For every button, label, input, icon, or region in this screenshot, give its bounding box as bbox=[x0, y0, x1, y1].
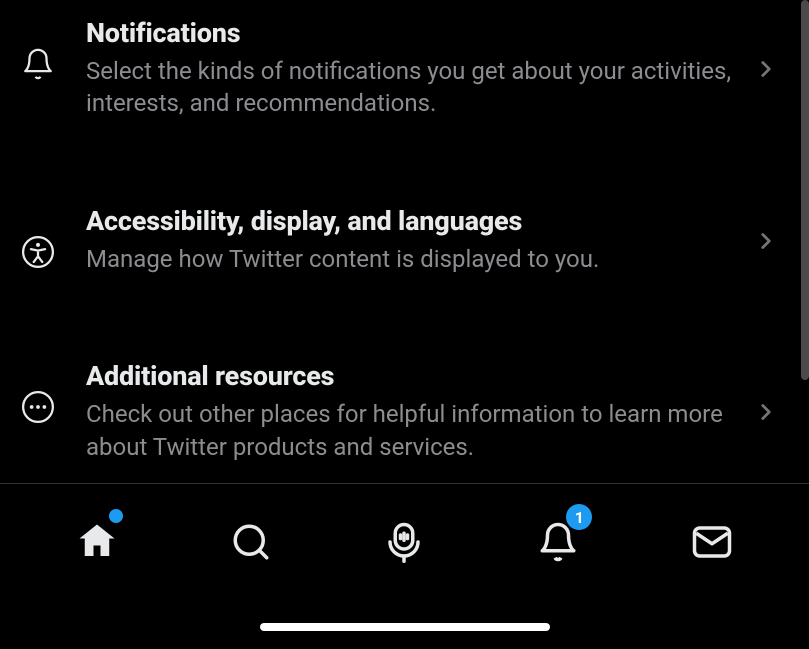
settings-list: Notifications Select the kinds of notifi… bbox=[0, 0, 809, 483]
settings-item-notifications[interactable]: Notifications Select the kinds of notifi… bbox=[0, 0, 809, 138]
settings-item-desc: Check out other places for helpful infor… bbox=[86, 398, 739, 463]
notification-count: 1 bbox=[575, 508, 584, 527]
chevron-right-icon bbox=[753, 56, 779, 82]
bell-icon bbox=[20, 46, 56, 82]
settings-item-text: Accessibility, display, and languages Ma… bbox=[86, 206, 789, 275]
settings-item-text: Additional resources Check out other pla… bbox=[86, 361, 789, 463]
chevron-right-icon bbox=[753, 399, 779, 425]
settings-item-title: Additional resources bbox=[86, 361, 739, 392]
settings-item-title: Notifications bbox=[86, 18, 739, 49]
settings-item-title: Accessibility, display, and languages bbox=[86, 206, 739, 237]
tab-spaces[interactable] bbox=[374, 512, 434, 572]
notification-badge: 1 bbox=[566, 504, 592, 530]
settings-item-accessibility[interactable]: Accessibility, display, and languages Ma… bbox=[0, 188, 809, 293]
chevron-right-icon bbox=[753, 228, 779, 254]
tab-notifications[interactable]: 1 bbox=[528, 512, 588, 572]
accessibility-icon bbox=[20, 234, 56, 270]
settings-item-desc: Manage how Twitter content is displayed … bbox=[86, 243, 739, 275]
home-activity-dot bbox=[109, 509, 123, 523]
home-indicator[interactable] bbox=[260, 623, 550, 631]
settings-item-desc: Select the kinds of notifications you ge… bbox=[86, 55, 739, 120]
settings-item-text: Notifications Select the kinds of notifi… bbox=[86, 18, 789, 120]
settings-item-additional-resources[interactable]: Additional resources Check out other pla… bbox=[0, 343, 809, 481]
tab-home[interactable] bbox=[67, 512, 127, 572]
tab-search[interactable] bbox=[221, 512, 281, 572]
more-circle-icon bbox=[20, 389, 56, 425]
bottom-tab-bar: 1 bbox=[0, 483, 809, 649]
tab-messages[interactable] bbox=[682, 512, 742, 572]
